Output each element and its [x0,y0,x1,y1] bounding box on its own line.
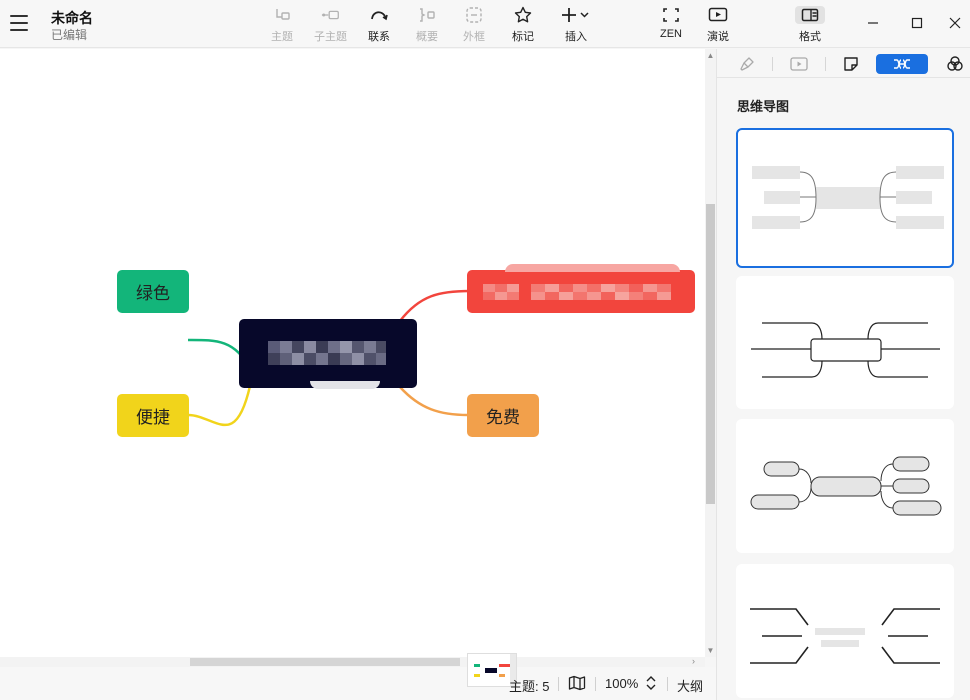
subtopic-button[interactable]: 子主题 [314,6,347,44]
branch-topic-red-highlight [505,264,680,272]
mindmap-structure-icon [894,59,910,69]
branch-topic-green-node[interactable]: 绿色 [117,270,189,313]
topic-button[interactable]: 主题 [271,6,293,44]
format-button[interactable]: 格式 [795,6,825,44]
format-label: 格式 [799,31,821,43]
relationship-curve-icon [369,6,389,24]
insert-label: 插入 [565,31,587,43]
subtopic-icon [321,6,341,24]
branch-topic-orange-label: 免费 [486,408,520,427]
subtopic-label: 子主题 [314,31,347,43]
play-icon [790,57,808,71]
panel-tab-presentation[interactable] [787,54,811,74]
relationship-button[interactable]: 联系 [368,6,390,44]
connector-red [399,289,471,322]
central-topic-shadow [310,381,380,389]
panel-tab-divider [825,57,826,71]
document-title[interactable]: 未命名 [51,8,93,28]
scroll-up-arrow-icon[interactable]: ▲ [706,51,715,60]
panel-tab-theme[interactable] [945,54,965,74]
branch-topic-yellow-label: 便捷 [136,408,170,427]
zoom-stepper-icon[interactable] [645,674,657,697]
panel-tabs-divider [717,77,970,78]
present-label: 演说 [707,31,729,43]
horizontal-scrollbar[interactable]: › [0,656,705,667]
branch-topic-orange-node[interactable]: 免费 [467,394,539,437]
topic-icon [272,6,292,24]
structure-preview-logic [751,322,940,378]
close-icon [949,17,961,29]
zen-mode-button[interactable]: ZEN [660,6,682,44]
panel-tab-structure[interactable] [876,54,928,74]
summary-button[interactable]: 概要 [416,6,438,44]
format-panel: 思维导图 [716,49,970,700]
boundary-button[interactable]: 外框 [463,6,485,44]
app-window: 未命名 已编辑 主题 子主题 联系 概要 外框 标记 插入 ZEN 演说 格式 … [0,0,970,700]
status-divider [595,677,596,691]
zen-label: ZEN [660,28,682,40]
panel-tab-divider [772,57,773,71]
structure-option-brace[interactable] [736,564,954,698]
maximize-button[interactable] [906,12,928,34]
insert-button[interactable]: 插入 [560,6,592,44]
horizontal-scroll-thumb[interactable] [190,658,460,666]
present-play-icon [708,6,728,24]
structure-option-bubble[interactable] [736,419,954,553]
marker-button[interactable]: 标记 [512,6,534,44]
present-button[interactable]: 演说 [707,6,729,44]
marker-label: 标记 [512,31,534,43]
connector-orange [399,386,469,417]
zoom-level[interactable]: 100% [605,676,638,691]
close-button[interactable] [944,12,966,34]
star-icon [513,6,533,24]
maximize-icon [911,17,923,29]
topic-label: 主题 [271,31,293,43]
branch-topic-green-label: 绿色 [136,284,170,303]
central-topic-node[interactable] [239,319,417,388]
scroll-right-arrow-icon[interactable]: › [692,656,695,666]
sticker-icon [844,57,858,71]
relationship-label: 联系 [368,31,390,43]
minimize-icon [868,22,878,24]
hamburger-menu-icon[interactable] [8,12,30,34]
branch-topic-red-node[interactable] [467,270,695,313]
document-status: 已编辑 [51,28,88,42]
top-toolbar: 未命名 已编辑 主题 子主题 联系 概要 外框 标记 插入 ZEN 演说 格式 [0,0,970,48]
minimize-button[interactable] [862,12,884,34]
branch-topic-yellow-node[interactable]: 便捷 [117,394,189,437]
outline-button[interactable]: 大纲 [677,676,703,695]
theme-icon [947,56,963,71]
structure-option-logic[interactable] [736,276,954,409]
mindmap-canvas[interactable]: 绿色 便捷 免费 [0,49,705,657]
topic-count: 主题: 5 [509,679,550,694]
boundary-icon [464,6,484,24]
structure-preview-brace [750,608,940,664]
fullscreen-icon [661,6,681,24]
connector-yellow [187,385,252,427]
panel-tab-style[interactable] [737,54,757,74]
panel-tab-sticker[interactable] [841,54,861,74]
format-panel-icon [795,6,825,24]
structure-preview-bubble [750,456,942,516]
status-bar: 主题: 5 100% 大纲 [0,653,716,700]
brush-icon [740,57,754,71]
branch-topic-red-pixelated-label [483,283,671,300]
vertical-scrollbar[interactable]: ▲ ▼ [705,49,716,657]
summary-brace-icon [417,6,437,24]
structure-option-mindmap[interactable] [736,128,954,268]
structure-preview-mindmap [752,166,944,229]
central-topic-pixelated-label [268,340,386,365]
scroll-down-arrow-icon[interactable]: ▼ [706,646,715,655]
map-view-icon[interactable] [568,675,586,696]
boundary-label: 外框 [463,31,485,43]
summary-label: 概要 [416,31,438,43]
vertical-scroll-thumb[interactable] [706,204,715,504]
status-divider [667,677,668,691]
status-divider [558,677,559,691]
plus-icon [560,6,592,24]
structure-heading: 思维导图 [737,99,790,114]
